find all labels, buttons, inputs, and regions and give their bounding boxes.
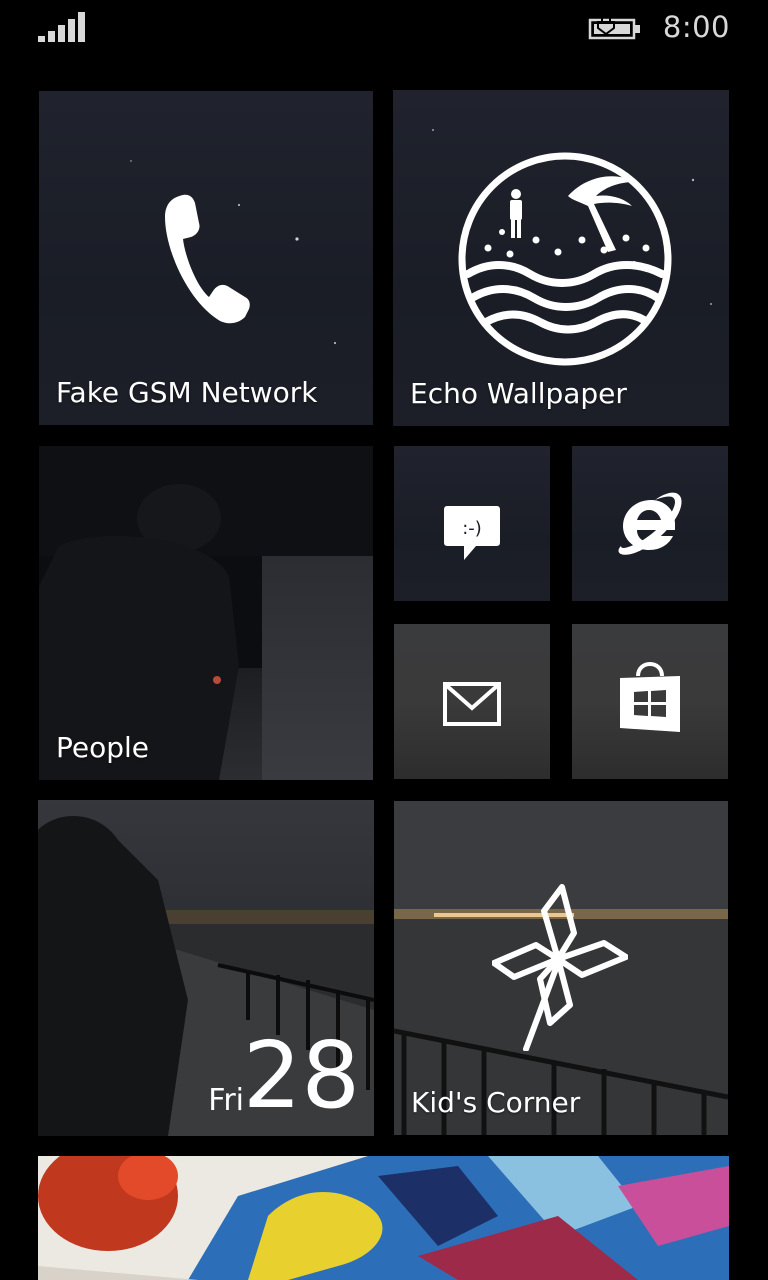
internet-explorer-icon — [618, 492, 682, 555]
beach-circle-icon — [458, 152, 672, 366]
battery-charging-icon — [588, 16, 640, 40]
tile-messaging[interactable]: :-) — [394, 446, 550, 601]
tile-phone[interactable]: Fake GSM Network — [39, 91, 373, 425]
pinwheel-icon — [492, 884, 628, 1051]
tile-label-kids-corner: Kid's Corner — [411, 1086, 581, 1119]
mail-icon — [443, 682, 501, 726]
tile-kids-corner[interactable]: Kid's Corner — [394, 801, 728, 1135]
tile-calendar[interactable]: Fri 28 — [38, 800, 374, 1136]
tile-internet-explorer[interactable] — [572, 446, 728, 601]
clock: 8:00 — [662, 10, 730, 44]
people-photo-cell — [262, 556, 373, 780]
calendar-date: 28 — [242, 1022, 360, 1129]
svg-text::-): :-) — [462, 518, 482, 539]
tile-store[interactable] — [572, 624, 728, 779]
tile-mail[interactable] — [394, 624, 550, 779]
messaging-icon: :-) — [444, 506, 500, 560]
phone-icon — [165, 194, 250, 324]
tile-label-phone: Fake GSM Network — [56, 376, 318, 409]
calendar-day: Fri — [208, 1083, 244, 1118]
signal-strength-icon — [38, 12, 85, 42]
tile-label-echo-wallpaper: Echo Wallpaper — [410, 377, 627, 410]
tile-echo-wallpaper[interactable]: Echo Wallpaper — [393, 90, 729, 426]
store-icon — [620, 662, 680, 732]
tile-label-people: People — [56, 731, 150, 764]
photo-tile — [38, 1156, 729, 1280]
tile-photos[interactable] — [38, 1156, 729, 1280]
tile-people[interactable]: People — [39, 446, 373, 780]
status-bar: 8:00 — [0, 0, 768, 60]
